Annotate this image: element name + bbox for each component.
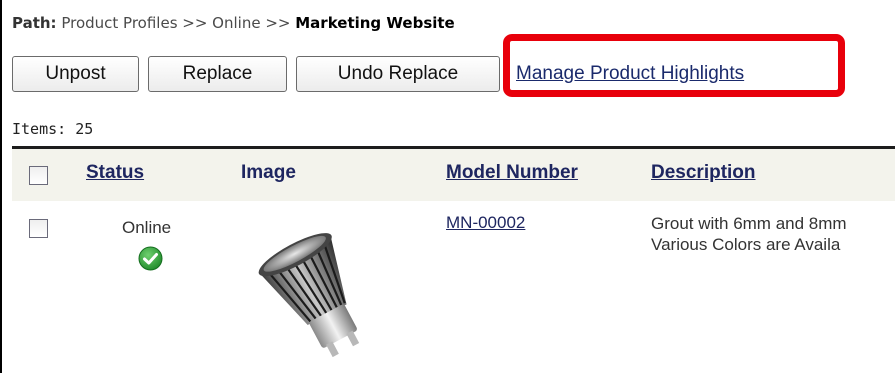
- undo-replace-button[interactable]: Undo Replace: [296, 56, 500, 92]
- model-number-link[interactable]: MN-00002: [446, 213, 525, 233]
- breadcrumb-prefix: Path:: [12, 14, 57, 32]
- row-checkbox[interactable]: [29, 219, 48, 238]
- breadcrumb: Path: Product Profiles >> Online >> Mark…: [12, 14, 455, 32]
- status-text: Online: [122, 218, 172, 237]
- description-line: Grout with 6mm and 8mm: [651, 214, 847, 233]
- select-all-checkbox[interactable]: [29, 166, 48, 185]
- breadcrumb-current: Marketing Website: [295, 14, 455, 32]
- description-text: Grout with 6mm and 8mm Various Colors ar…: [651, 213, 895, 255]
- column-header-image: Image: [241, 162, 296, 183]
- annotation-highlight-box: [503, 34, 845, 97]
- led-bulb-image: [258, 233, 360, 358]
- items-count: Items: 25: [12, 120, 94, 138]
- unpost-button[interactable]: Unpost: [12, 56, 139, 92]
- column-header-status[interactable]: Status: [86, 162, 144, 184]
- replace-button[interactable]: Replace: [148, 56, 287, 92]
- check-circle-icon: [138, 246, 163, 271]
- breadcrumb-trail: Product Profiles >> Online >>: [56, 14, 296, 32]
- column-header-model-number[interactable]: Model Number: [446, 162, 578, 184]
- description-line: Various Colors are Availa: [651, 235, 841, 254]
- column-header-description[interactable]: Description: [651, 162, 756, 184]
- window-left-border: [0, 0, 2, 373]
